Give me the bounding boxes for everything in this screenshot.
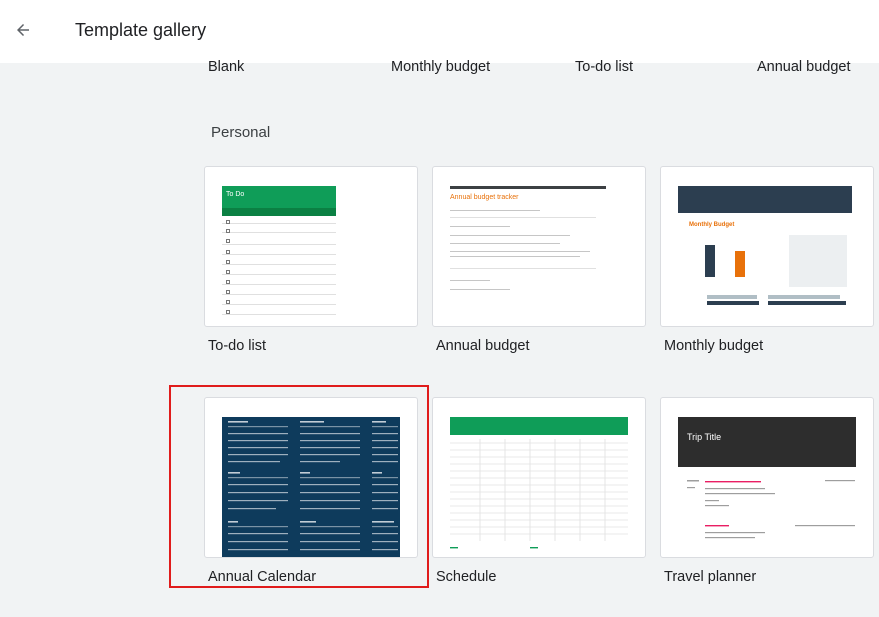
template-label-annual-calendar[interactable]: Annual Calendar — [208, 569, 316, 585]
checkbox-icon — [226, 260, 230, 264]
preview-row — [222, 223, 336, 224]
template-label-blank[interactable]: Blank — [208, 59, 244, 75]
preview-row — [222, 294, 336, 295]
preview-row — [222, 254, 336, 255]
preview-calendar — [222, 417, 400, 557]
preview-line — [450, 217, 596, 219]
checkbox-icon — [226, 270, 230, 274]
preview-header — [678, 417, 856, 467]
preview-line — [450, 280, 490, 282]
page-title: Template gallery — [75, 20, 207, 40]
preview-bar — [735, 251, 745, 277]
template-thumbnail-travel-planner[interactable]: Trip Title — [660, 397, 874, 558]
template-thumbnail-monthly-budget[interactable]: Monthly Budget — [660, 166, 874, 327]
preview-line — [450, 226, 510, 228]
template-label-monthly-budget[interactable]: Monthly budget — [391, 59, 490, 75]
schedule-grid-icon — [450, 439, 628, 549]
preview-header — [450, 186, 606, 189]
template-label-annual-budget[interactable]: Annual budget — [436, 338, 530, 354]
preview-bar — [768, 301, 846, 305]
template-thumbnail-annual-calendar[interactable] — [204, 397, 418, 558]
checkbox-icon — [226, 229, 230, 233]
preview-bar — [707, 295, 757, 299]
preview-header — [450, 417, 628, 435]
checkbox-icon — [226, 220, 230, 224]
preview-line — [450, 268, 596, 270]
arrow-back-icon — [17, 24, 29, 36]
template-thumbnail-schedule[interactable] — [432, 397, 646, 558]
preview-title: Annual budget tracker — [450, 194, 519, 201]
template-label-monthly-budget[interactable]: Monthly budget — [664, 338, 763, 354]
preview-subheader — [222, 208, 336, 216]
preview-title: Trip Title — [687, 432, 722, 442]
preview-bar — [768, 295, 840, 299]
template-label-to-do-list[interactable]: To-do list — [575, 59, 633, 75]
template-label-to-do-list[interactable]: To-do list — [208, 338, 266, 354]
preview-row — [222, 314, 336, 315]
preview-row — [222, 244, 336, 245]
preview-title: Monthly Budget — [689, 222, 735, 228]
preview-summary-box — [789, 235, 847, 287]
preview-header: To Do — [222, 186, 336, 208]
checkbox-icon — [226, 310, 230, 314]
checkbox-icon — [226, 300, 230, 304]
top-app-bar: Template gallery — [0, 0, 879, 63]
checkbox-icon — [226, 280, 230, 284]
preview-header — [678, 186, 852, 213]
checkbox-icon — [226, 239, 230, 243]
preview-row — [222, 232, 336, 233]
back-button[interactable] — [10, 17, 36, 43]
checkbox-icon — [226, 250, 230, 254]
template-label-annual-budget[interactable]: Annual budget — [757, 59, 851, 75]
checkbox-icon — [226, 290, 230, 294]
preview-line — [450, 251, 590, 253]
preview-line — [450, 289, 510, 291]
preview-row — [222, 274, 336, 275]
section-heading-personal: Personal — [211, 124, 271, 141]
preview-row — [222, 284, 336, 285]
preview-row — [222, 304, 336, 305]
preview-title: To Do — [226, 191, 245, 198]
preview-row — [222, 264, 336, 265]
template-label-travel-planner[interactable]: Travel planner — [664, 569, 756, 585]
itinerary-lines-icon — [687, 480, 855, 539]
template-thumbnail-to-do-list[interactable]: To Do — [204, 166, 418, 327]
preview-line — [450, 243, 560, 245]
preview-line — [450, 235, 570, 237]
template-label-schedule[interactable]: Schedule — [436, 569, 496, 585]
preview-bar — [705, 245, 715, 277]
preview-line — [450, 210, 540, 212]
template-thumbnail-annual-budget[interactable]: Annual budget tracker — [432, 166, 646, 327]
preview-bar — [707, 301, 759, 305]
calendar-grid-icon — [228, 421, 398, 551]
preview-line — [450, 256, 580, 258]
